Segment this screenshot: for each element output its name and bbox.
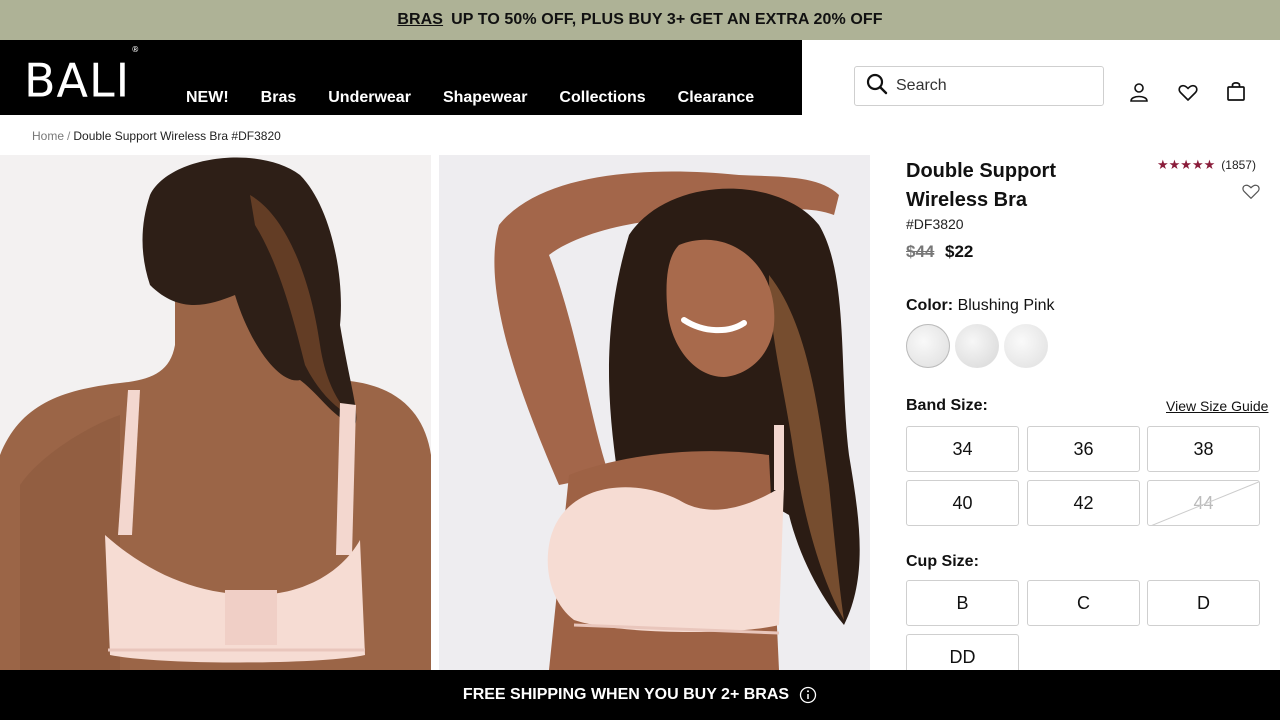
band-size-38[interactable]: 38 — [1147, 426, 1260, 472]
color-swatch-2[interactable] — [955, 324, 999, 368]
nav-item-new[interactable]: NEW! — [170, 89, 245, 107]
free-shipping-bar: FREE SHIPPING WHEN YOU BUY 2+ BRAS — [0, 670, 1280, 720]
rating-count[interactable]: (1857) — [1221, 158, 1256, 172]
search-box[interactable] — [854, 66, 1104, 106]
color-label-title: Color: — [906, 297, 954, 314]
rating-summary[interactable]: ★★★★★ (1857) — [1157, 157, 1256, 173]
nav-item-shapewear[interactable]: Shapewear — [427, 89, 543, 107]
nav-item-bras[interactable]: Bras — [245, 89, 313, 107]
color-swatch-blushing-pink[interactable] — [906, 324, 950, 368]
account-icon[interactable] — [1127, 80, 1151, 104]
band-size-36[interactable]: 36 — [1027, 426, 1140, 472]
cup-size-b[interactable]: B — [906, 580, 1019, 626]
search-icon[interactable] — [865, 72, 889, 101]
promo-text: UP TO 50% OFF, PLUS BUY 3+ GET AN EXTRA … — [451, 11, 883, 28]
band-size-42[interactable]: 42 — [1027, 480, 1140, 526]
cup-size-label: Cup Size: — [906, 553, 979, 570]
color-label: Color: Blushing Pink — [906, 297, 1055, 315]
breadcrumb-home[interactable]: Home — [32, 129, 64, 143]
add-to-wishlist-heart-icon[interactable] — [1240, 180, 1260, 200]
band-size-label: Band Size: — [906, 397, 988, 414]
shopping-bag-icon[interactable] — [1224, 79, 1248, 103]
cup-size-d[interactable]: D — [1147, 580, 1260, 626]
wishlist-heart-icon[interactable] — [1176, 80, 1200, 104]
product-image-front[interactable] — [439, 155, 870, 670]
nav-item-underwear[interactable]: Underwear — [312, 89, 427, 107]
color-selected-value: Blushing Pink — [957, 297, 1055, 314]
info-icon[interactable] — [799, 686, 817, 704]
breadcrumb: Home / Double Support Wireless Bra #DF3820 — [32, 129, 281, 143]
band-size-34[interactable]: 34 — [906, 426, 1019, 472]
price-original: $44 — [906, 242, 935, 261]
free-shipping-text: FREE SHIPPING WHEN YOU BUY 2+ BRAS — [462, 686, 790, 703]
product-sku: #DF3820 — [906, 216, 964, 232]
search-input[interactable] — [896, 77, 1086, 95]
bali-logo[interactable]: BALI® — [24, 45, 139, 108]
nav-item-collections[interactable]: Collections — [543, 89, 661, 107]
view-size-guide-link[interactable]: View Size Guide — [1166, 398, 1268, 414]
site-header: BALI® NEW! Bras Underwear Shapewear Coll… — [0, 40, 802, 115]
cup-size-c[interactable]: C — [1027, 580, 1140, 626]
promo-bras-link[interactable]: BRAS — [397, 11, 443, 29]
unavailable-strike-icon — [1151, 481, 1259, 525]
color-swatch-3[interactable] — [1004, 324, 1048, 368]
main-nav: NEW! Bras Underwear Shapewear Collection… — [170, 80, 770, 115]
breadcrumb-separator: / — [67, 129, 71, 143]
rating-stars-icon: ★★★★★ — [1157, 157, 1216, 172]
nav-item-clearance[interactable]: Clearance — [662, 89, 771, 107]
breadcrumb-current: Double Support Wireless Bra #DF3820 — [73, 129, 281, 143]
logo-registered-mark: ® — [131, 45, 141, 54]
logo-text: BALI — [24, 53, 131, 108]
product-title: Double Support Wireless Bra — [906, 160, 1056, 211]
product-image-back[interactable] — [0, 155, 431, 670]
band-size-40[interactable]: 40 — [906, 480, 1019, 526]
promo-banner: BRAS UP TO 50% OFF, PLUS BUY 3+ GET AN E… — [0, 0, 1280, 40]
band-size-44-unavailable: 44 — [1147, 480, 1260, 526]
price-sale: $22 — [945, 242, 974, 261]
